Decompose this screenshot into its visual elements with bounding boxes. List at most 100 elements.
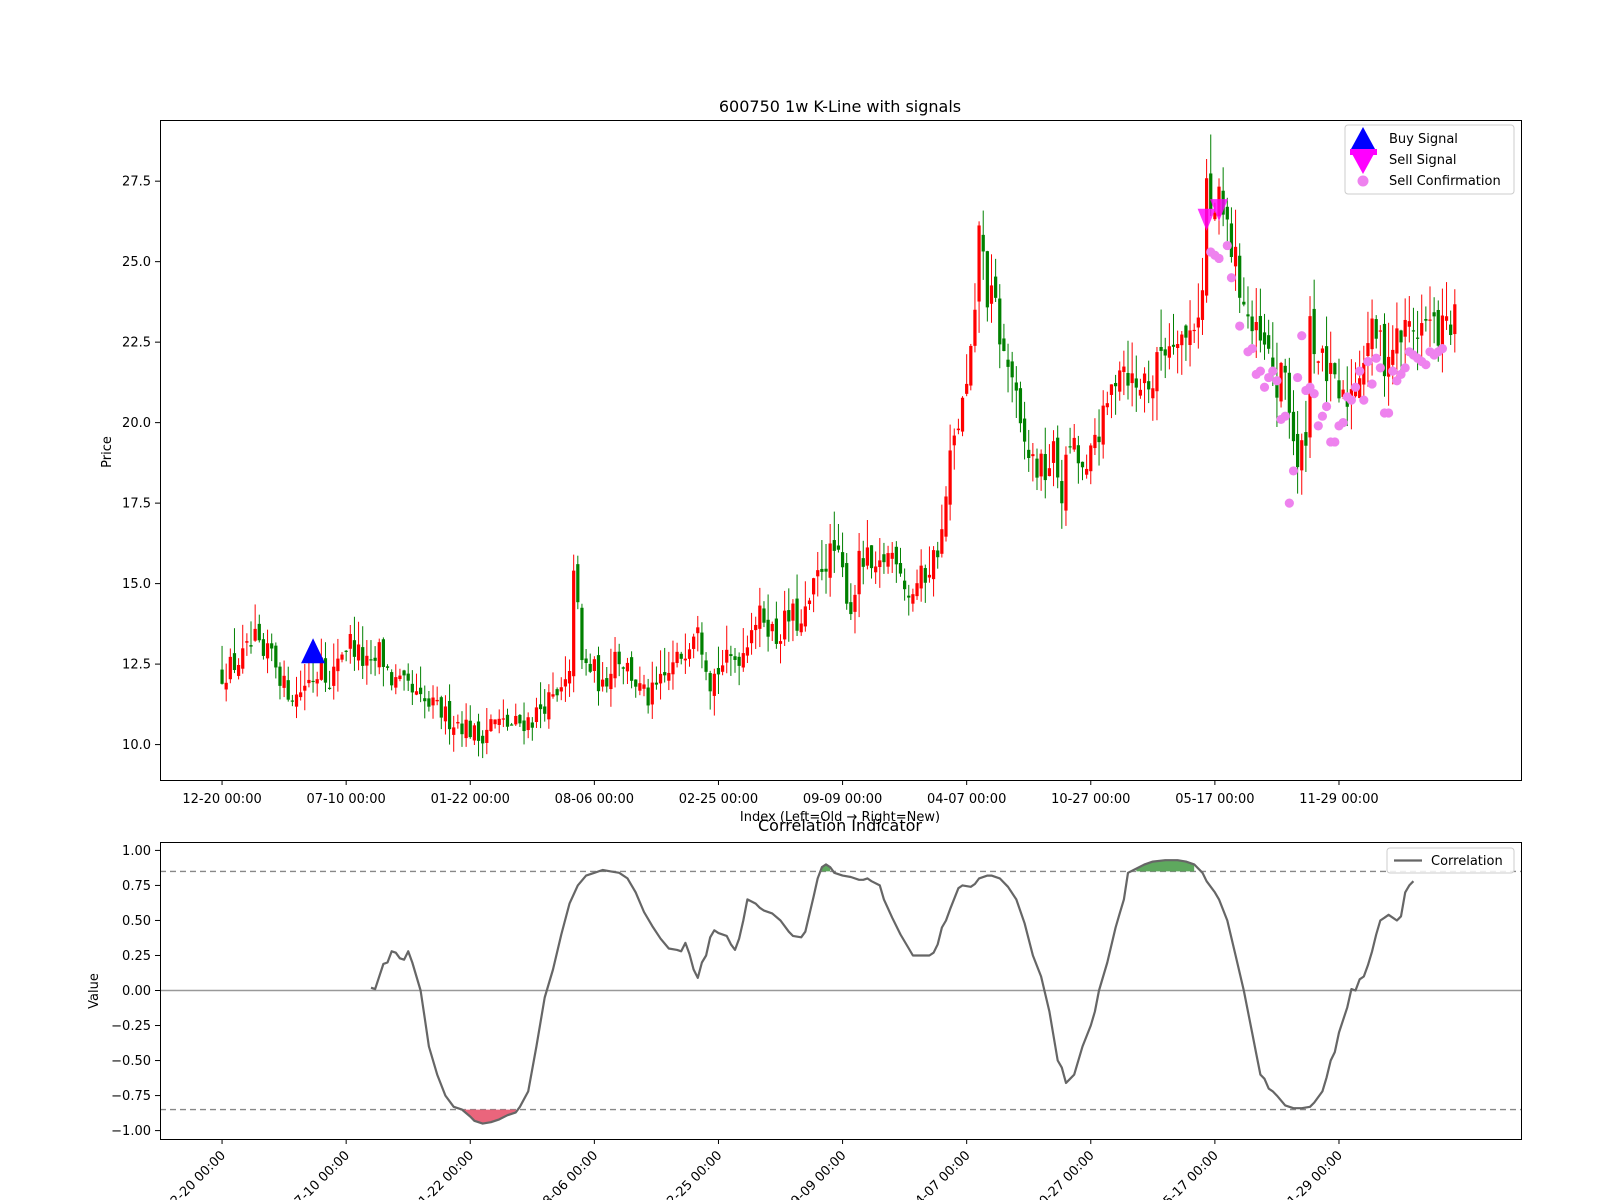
candle-body xyxy=(675,651,679,664)
candle-body xyxy=(998,298,1002,345)
figure: 600750 1w K-Line with signals 10.0 12.5 15… xyxy=(87,97,1522,1200)
sell-confirmation-marker xyxy=(1280,411,1290,421)
candle-body xyxy=(294,694,299,707)
kline-x-tick-label: 02-25 00:00 xyxy=(679,792,758,807)
candle-body xyxy=(654,682,659,685)
candle-body xyxy=(538,704,543,710)
candle-body xyxy=(679,653,683,659)
candle-body xyxy=(278,666,282,686)
candle-body xyxy=(1440,315,1445,346)
candle-body xyxy=(1287,372,1291,413)
candle-body xyxy=(489,719,493,732)
candle-body xyxy=(663,672,667,676)
correlation-y-tick-label: 1.00 xyxy=(122,844,151,859)
candle-body xyxy=(919,565,923,589)
candle-body xyxy=(1403,319,1407,337)
kline-x-tick-label: 05-17 00:00 xyxy=(1175,792,1254,807)
candle-body xyxy=(1093,434,1097,449)
candle-body xyxy=(865,547,870,566)
correlation-y-tick-label: −0.25 xyxy=(111,1019,151,1034)
candle-body xyxy=(811,578,816,595)
sell-confirmation-marker xyxy=(1268,366,1278,376)
correlation-x-tick-label: 09-09 00:00 xyxy=(783,1148,850,1200)
candle-body xyxy=(882,554,886,563)
candle-body xyxy=(824,568,828,572)
candle-body xyxy=(783,610,787,640)
candle-body xyxy=(1300,440,1304,471)
candle-body xyxy=(712,673,716,696)
candle-body xyxy=(1308,316,1312,438)
candle-body xyxy=(1415,337,1420,339)
sell-confirmation-marker xyxy=(1313,421,1323,431)
candle-body xyxy=(427,698,431,707)
candle-body xyxy=(617,651,621,665)
candle-body xyxy=(1192,329,1196,332)
kline-x-axis: 12-20 00:00 07-10 00:00 01-22 00:00 08-06 0… xyxy=(182,780,1379,807)
sell-confirmation-marker xyxy=(1214,253,1224,264)
candle-body xyxy=(886,553,890,567)
candle-body xyxy=(1126,373,1130,386)
sell-confirmation-marker xyxy=(1226,273,1237,283)
candle-body xyxy=(849,602,853,615)
correlation-x-tick-label: 04-07 00:00 xyxy=(907,1148,974,1200)
candle-body xyxy=(245,641,249,643)
candle-body xyxy=(348,633,352,649)
candle-body xyxy=(1027,449,1031,458)
candle-body xyxy=(1262,332,1267,345)
candle-body xyxy=(758,605,762,629)
candle-body xyxy=(1374,319,1378,339)
candle-body xyxy=(989,285,994,304)
candle-body xyxy=(373,657,377,661)
candle-body xyxy=(261,639,266,656)
candle-body xyxy=(344,650,348,652)
candle-body xyxy=(667,672,671,681)
correlation-y-tick-label: −0.50 xyxy=(111,1054,151,1069)
candle-body xyxy=(1180,334,1184,346)
candle-body xyxy=(559,687,563,692)
kline-panel: 600750 1w K-Line with signals 10.0 12.5 15… xyxy=(100,97,1522,825)
correlation-y-tick-label: 0.25 xyxy=(122,949,151,964)
candle-body xyxy=(1366,343,1370,356)
candle-body xyxy=(390,672,394,686)
candle-body xyxy=(927,574,932,578)
candle-body xyxy=(642,684,646,689)
candle-body xyxy=(452,727,456,735)
candle-body xyxy=(948,450,952,505)
candle-body xyxy=(969,345,973,386)
candle-body xyxy=(729,654,733,657)
candle-body xyxy=(692,636,696,649)
sell-confirmation-marker xyxy=(1297,331,1307,341)
candle-body xyxy=(282,675,286,688)
candle-body xyxy=(1304,432,1308,446)
sell-confirmation-marker xyxy=(1375,363,1385,373)
candle-body xyxy=(1147,381,1151,390)
candle-body xyxy=(274,645,278,668)
candle-body xyxy=(572,570,576,677)
candle-body xyxy=(551,694,555,697)
candle-body xyxy=(1242,301,1246,305)
candle-body xyxy=(332,666,336,686)
candle-body xyxy=(1022,418,1027,442)
candle-body xyxy=(1085,468,1089,475)
candle-body xyxy=(762,608,766,623)
correlation-line xyxy=(370,859,1415,1125)
candle-body xyxy=(1051,441,1056,463)
candle-body xyxy=(369,659,373,661)
candle-body xyxy=(803,606,807,627)
candle-body xyxy=(1391,349,1395,365)
candle-body xyxy=(394,677,398,688)
candle-body xyxy=(518,714,522,724)
kline-x-tick-label: 08-06 00:00 xyxy=(555,792,634,807)
candle-body xyxy=(1296,433,1300,468)
candle-body xyxy=(468,720,472,738)
sell-confirmation-marker xyxy=(1400,363,1410,373)
candle-body xyxy=(1209,173,1213,210)
candle-body xyxy=(1316,361,1320,363)
candle-body xyxy=(1225,206,1229,220)
candle-body xyxy=(311,680,315,683)
candle-body xyxy=(431,697,435,706)
candle-body xyxy=(497,718,501,725)
correlation-x-tick-label: 07-10 00:00 xyxy=(286,1148,353,1200)
candle-body xyxy=(555,689,559,696)
candle-body xyxy=(1060,481,1064,504)
